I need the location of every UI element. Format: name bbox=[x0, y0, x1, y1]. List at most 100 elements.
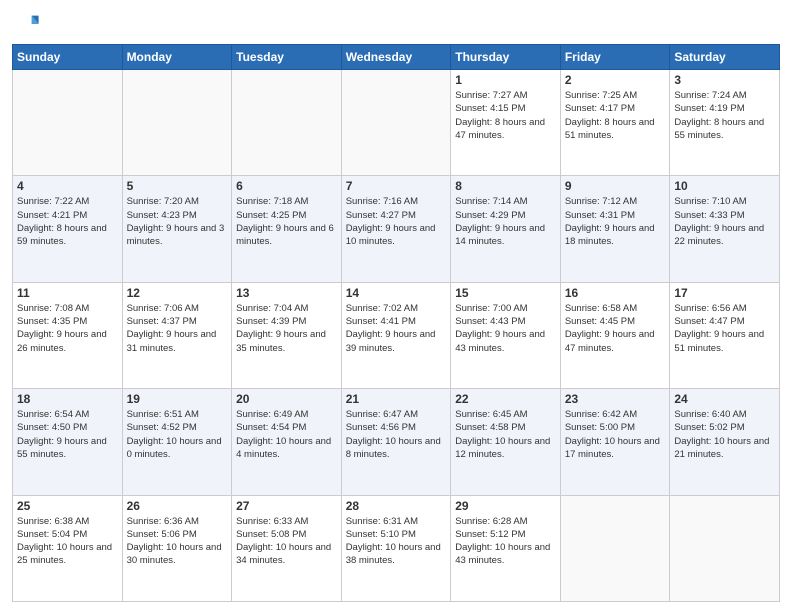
calendar-week-5: 25 Sunrise: 6:38 AM Sunset: 5:04 PM Dayli… bbox=[13, 495, 780, 601]
day-info: Sunrise: 7:24 AM Sunset: 4:19 PM Dayligh… bbox=[674, 89, 775, 142]
day-number: 9 bbox=[565, 179, 666, 193]
day-info: Sunrise: 6:38 AM Sunset: 5:04 PM Dayligh… bbox=[17, 515, 118, 568]
day-info: Sunrise: 7:22 AM Sunset: 4:21 PM Dayligh… bbox=[17, 195, 118, 248]
day-number: 27 bbox=[236, 499, 337, 513]
day-info: Sunrise: 7:02 AM Sunset: 4:41 PM Dayligh… bbox=[346, 302, 447, 355]
day-info: Sunrise: 6:58 AM Sunset: 4:45 PM Dayligh… bbox=[565, 302, 666, 355]
day-number: 12 bbox=[127, 286, 228, 300]
calendar-header-sunday: Sunday bbox=[13, 45, 123, 70]
day-info: Sunrise: 7:20 AM Sunset: 4:23 PM Dayligh… bbox=[127, 195, 228, 248]
calendar-cell: 29 Sunrise: 6:28 AM Sunset: 5:12 PM Dayli… bbox=[451, 495, 561, 601]
day-number: 6 bbox=[236, 179, 337, 193]
day-number: 26 bbox=[127, 499, 228, 513]
calendar-cell: 27 Sunrise: 6:33 AM Sunset: 5:08 PM Dayli… bbox=[232, 495, 342, 601]
day-info: Sunrise: 7:18 AM Sunset: 4:25 PM Dayligh… bbox=[236, 195, 337, 248]
day-number: 13 bbox=[236, 286, 337, 300]
calendar-cell: 23 Sunrise: 6:42 AM Sunset: 5:00 PM Dayli… bbox=[560, 389, 670, 495]
day-number: 28 bbox=[346, 499, 447, 513]
day-number: 11 bbox=[17, 286, 118, 300]
calendar-cell: 9 Sunrise: 7:12 AM Sunset: 4:31 PM Daylig… bbox=[560, 176, 670, 282]
day-info: Sunrise: 6:54 AM Sunset: 4:50 PM Dayligh… bbox=[17, 408, 118, 461]
day-number: 23 bbox=[565, 392, 666, 406]
day-info: Sunrise: 6:51 AM Sunset: 4:52 PM Dayligh… bbox=[127, 408, 228, 461]
day-number: 10 bbox=[674, 179, 775, 193]
day-info: Sunrise: 7:14 AM Sunset: 4:29 PM Dayligh… bbox=[455, 195, 556, 248]
calendar-cell: 4 Sunrise: 7:22 AM Sunset: 4:21 PM Daylig… bbox=[13, 176, 123, 282]
calendar-cell bbox=[670, 495, 780, 601]
calendar-cell: 15 Sunrise: 7:00 AM Sunset: 4:43 PM Dayli… bbox=[451, 282, 561, 388]
calendar-header-monday: Monday bbox=[122, 45, 232, 70]
calendar-cell: 11 Sunrise: 7:08 AM Sunset: 4:35 PM Dayli… bbox=[13, 282, 123, 388]
logo bbox=[12, 10, 44, 38]
day-info: Sunrise: 7:10 AM Sunset: 4:33 PM Dayligh… bbox=[674, 195, 775, 248]
calendar-cell: 10 Sunrise: 7:10 AM Sunset: 4:33 PM Dayli… bbox=[670, 176, 780, 282]
calendar-cell: 13 Sunrise: 7:04 AM Sunset: 4:39 PM Dayli… bbox=[232, 282, 342, 388]
day-info: Sunrise: 7:12 AM Sunset: 4:31 PM Dayligh… bbox=[565, 195, 666, 248]
calendar-cell bbox=[232, 70, 342, 176]
calendar-week-4: 18 Sunrise: 6:54 AM Sunset: 4:50 PM Dayli… bbox=[13, 389, 780, 495]
calendar-cell: 1 Sunrise: 7:27 AM Sunset: 4:15 PM Daylig… bbox=[451, 70, 561, 176]
calendar-body: 1 Sunrise: 7:27 AM Sunset: 4:15 PM Daylig… bbox=[13, 70, 780, 602]
day-info: Sunrise: 6:47 AM Sunset: 4:56 PM Dayligh… bbox=[346, 408, 447, 461]
calendar-cell: 19 Sunrise: 6:51 AM Sunset: 4:52 PM Dayli… bbox=[122, 389, 232, 495]
day-info: Sunrise: 6:40 AM Sunset: 5:02 PM Dayligh… bbox=[674, 408, 775, 461]
day-number: 24 bbox=[674, 392, 775, 406]
day-info: Sunrise: 7:00 AM Sunset: 4:43 PM Dayligh… bbox=[455, 302, 556, 355]
day-number: 20 bbox=[236, 392, 337, 406]
calendar-cell: 21 Sunrise: 6:47 AM Sunset: 4:56 PM Dayli… bbox=[341, 389, 451, 495]
day-info: Sunrise: 6:33 AM Sunset: 5:08 PM Dayligh… bbox=[236, 515, 337, 568]
day-number: 29 bbox=[455, 499, 556, 513]
day-number: 2 bbox=[565, 73, 666, 87]
calendar-week-3: 11 Sunrise: 7:08 AM Sunset: 4:35 PM Dayli… bbox=[13, 282, 780, 388]
day-number: 22 bbox=[455, 392, 556, 406]
calendar-header-friday: Friday bbox=[560, 45, 670, 70]
day-info: Sunrise: 6:42 AM Sunset: 5:00 PM Dayligh… bbox=[565, 408, 666, 461]
calendar-cell: 7Sunrise: 7:16 AM Sunset: 4:27 PM Daylig… bbox=[341, 176, 451, 282]
calendar-header-row: SundayMondayTuesdayWednesdayThursdayFrid… bbox=[13, 45, 780, 70]
calendar-cell: 16 Sunrise: 6:58 AM Sunset: 4:45 PM Dayli… bbox=[560, 282, 670, 388]
day-number: 5 bbox=[127, 179, 228, 193]
calendar-header-saturday: Saturday bbox=[670, 45, 780, 70]
header bbox=[12, 10, 780, 38]
calendar-cell: 20 Sunrise: 6:49 AM Sunset: 4:54 PM Dayli… bbox=[232, 389, 342, 495]
day-number: 18 bbox=[17, 392, 118, 406]
day-info: Sunrise: 6:36 AM Sunset: 5:06 PM Dayligh… bbox=[127, 515, 228, 568]
day-info: Sunrise: 7:04 AM Sunset: 4:39 PM Dayligh… bbox=[236, 302, 337, 355]
calendar-cell: 8 Sunrise: 7:14 AM Sunset: 4:29 PM Daylig… bbox=[451, 176, 561, 282]
calendar-cell: 17 Sunrise: 6:56 AM Sunset: 4:47 PM Dayli… bbox=[670, 282, 780, 388]
calendar-cell: 2Sunrise: 7:25 AM Sunset: 4:17 PM Daylig… bbox=[560, 70, 670, 176]
day-number: 3 bbox=[674, 73, 775, 87]
calendar-cell: 3 Sunrise: 7:24 AM Sunset: 4:19 PM Daylig… bbox=[670, 70, 780, 176]
day-info: Sunrise: 6:31 AM Sunset: 5:10 PM Dayligh… bbox=[346, 515, 447, 568]
day-number: 1 bbox=[455, 73, 556, 87]
calendar-header-tuesday: Tuesday bbox=[232, 45, 342, 70]
calendar-cell bbox=[341, 70, 451, 176]
day-info: Sunrise: 7:08 AM Sunset: 4:35 PM Dayligh… bbox=[17, 302, 118, 355]
calendar-cell bbox=[13, 70, 123, 176]
day-info: Sunrise: 6:49 AM Sunset: 4:54 PM Dayligh… bbox=[236, 408, 337, 461]
calendar-cell: 26 Sunrise: 6:36 AM Sunset: 5:06 PM Dayli… bbox=[122, 495, 232, 601]
day-number: 25 bbox=[17, 499, 118, 513]
day-number: 15 bbox=[455, 286, 556, 300]
day-info: Sunrise: 6:56 AM Sunset: 4:47 PM Dayligh… bbox=[674, 302, 775, 355]
calendar-cell: 18 Sunrise: 6:54 AM Sunset: 4:50 PM Dayli… bbox=[13, 389, 123, 495]
logo-icon bbox=[12, 10, 40, 38]
calendar-cell: 5 Sunrise: 7:20 AM Sunset: 4:23 PM Daylig… bbox=[122, 176, 232, 282]
calendar-cell bbox=[560, 495, 670, 601]
calendar-week-2: 4 Sunrise: 7:22 AM Sunset: 4:21 PM Daylig… bbox=[13, 176, 780, 282]
day-info: Sunrise: 7:27 AM Sunset: 4:15 PM Dayligh… bbox=[455, 89, 556, 142]
calendar-cell: 28 Sunrise: 6:31 AM Sunset: 5:10 PM Dayli… bbox=[341, 495, 451, 601]
day-number: 16 bbox=[565, 286, 666, 300]
calendar-cell: 6 Sunrise: 7:18 AM Sunset: 4:25 PM Daylig… bbox=[232, 176, 342, 282]
day-number: 14 bbox=[346, 286, 447, 300]
calendar-cell: 22Sunrise: 6:45 AM Sunset: 4:58 PM Dayli… bbox=[451, 389, 561, 495]
day-number: 19 bbox=[127, 392, 228, 406]
day-number: 4 bbox=[17, 179, 118, 193]
calendar-cell: 14 Sunrise: 7:02 AM Sunset: 4:41 PM Dayli… bbox=[341, 282, 451, 388]
day-number: 7 bbox=[346, 179, 447, 193]
day-info: Sunrise: 6:28 AM Sunset: 5:12 PM Dayligh… bbox=[455, 515, 556, 568]
calendar-week-1: 1 Sunrise: 7:27 AM Sunset: 4:15 PM Daylig… bbox=[13, 70, 780, 176]
day-number: 17 bbox=[674, 286, 775, 300]
day-number: 21 bbox=[346, 392, 447, 406]
day-number: 8 bbox=[455, 179, 556, 193]
